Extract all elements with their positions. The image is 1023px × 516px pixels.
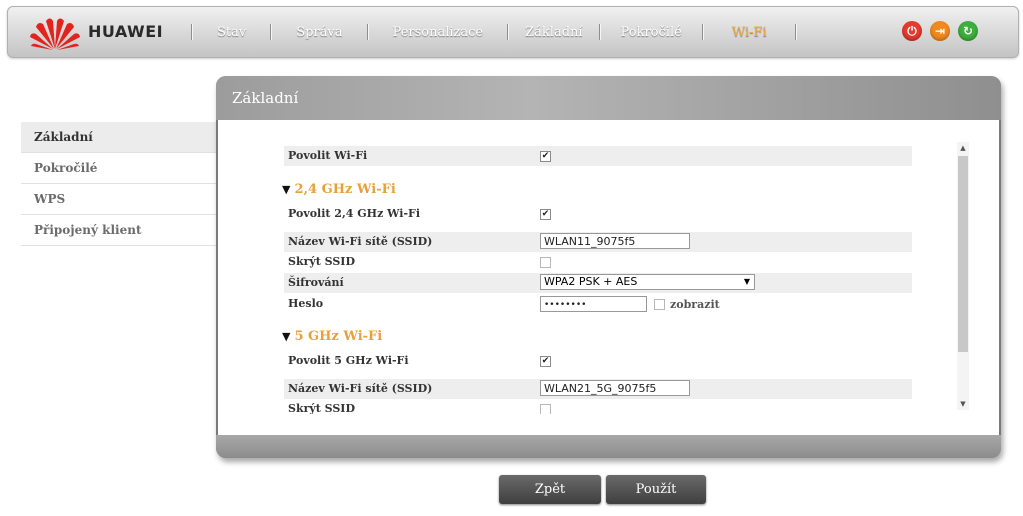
- show-password-label: zobrazit: [670, 298, 720, 311]
- password-label: Heslo: [288, 297, 324, 310]
- band5-heading-label: 5 GHz Wi-Fi: [294, 329, 383, 344]
- panel-header: Základní: [216, 76, 1001, 120]
- hide-ssid-5-row: Skrýt SSID: [284, 399, 912, 414]
- sidebar-item-pripojeny-klient[interactable]: Připojený klient: [21, 215, 217, 246]
- hide-ssid-24-checkbox[interactable]: [540, 257, 551, 268]
- security-select[interactable]: WPA2 PSK + AES ▼: [540, 274, 755, 290]
- sidebar-item-wps[interactable]: WPS: [21, 184, 217, 215]
- band24-heading[interactable]: ▼ 2,4 GHz Wi-Fi: [282, 182, 396, 197]
- ssid-5-label: Název Wi-Fi sítě (SSID): [288, 382, 433, 395]
- sidebar-item-zakladni[interactable]: Základní: [21, 122, 217, 153]
- panel-title: Základní: [232, 89, 299, 107]
- nav-separator: [794, 24, 797, 40]
- hide-ssid-24-label: Skrýt SSID: [288, 255, 355, 268]
- ssid-5-input[interactable]: WLAN21_5G_9075f5: [540, 380, 690, 396]
- dropdown-arrow-icon: ▼: [743, 277, 750, 286]
- ssid-24-row: Název Wi-Fi sítě (SSID) WLAN11_9075f5: [284, 232, 912, 252]
- nav-item-sprava[interactable]: Správa: [272, 25, 366, 40]
- panel-body: Povolit Wi-Fi ✔ ▼ 2,4 GHz Wi-Fi Povolit 2…: [218, 120, 999, 435]
- enable-5-checkbox[interactable]: ✔: [540, 356, 551, 367]
- back-button[interactable]: Zpět: [499, 475, 601, 504]
- enable-wifi-row: Povolit Wi-Fi ✔: [284, 146, 912, 166]
- security-label: Šifrování: [288, 276, 344, 289]
- form-scrollbar[interactable]: ▲ ▼: [957, 142, 969, 410]
- panel-footer: [216, 435, 1001, 458]
- enable-wifi-checkbox[interactable]: ✔: [540, 151, 551, 162]
- enable-24-checkbox[interactable]: ✔: [540, 209, 551, 220]
- nav-item-pokrocile[interactable]: Pokročilé: [601, 25, 702, 40]
- nav-item-wifi[interactable]: Wi-Fi: [704, 25, 795, 40]
- hide-ssid-5-checkbox[interactable]: [540, 404, 551, 414]
- collapse-triangle-icon: ▼: [282, 330, 291, 343]
- hide-ssid-24-row: Skrýt SSID: [284, 252, 912, 272]
- scroll-down-icon[interactable]: ▼: [957, 398, 969, 410]
- enable-5-row: Povolit 5 GHz Wi-Fi ✔: [284, 351, 912, 371]
- logout-icon[interactable]: ⇥: [930, 21, 950, 41]
- top-navigation-bar: HUAWEI Stav Správa Personalizace Základn…: [7, 6, 1019, 58]
- nav-item-stav[interactable]: Stav: [193, 25, 270, 40]
- brand-name: HUAWEI: [88, 22, 164, 41]
- band24-heading-label: 2,4 GHz Wi-Fi: [294, 182, 396, 197]
- nav-item-zakladni[interactable]: Základní: [509, 25, 598, 40]
- main-nav: Stav Správa Personalizace Základní Pokro…: [191, 7, 797, 57]
- huawei-logo-icon: [30, 18, 80, 50]
- collapse-triangle-icon: ▼: [282, 183, 291, 196]
- ssid-5-row: Název Wi-Fi sítě (SSID) WLAN21_5G_9075f5: [284, 379, 912, 399]
- top-icon-group: ⏻ ⇥ ↻: [902, 21, 978, 41]
- apply-button[interactable]: Použít: [606, 475, 706, 504]
- nav-item-personalizace[interactable]: Personalizace: [369, 25, 508, 40]
- enable-5-label: Povolit 5 GHz Wi-Fi: [288, 354, 409, 367]
- security-select-value: WPA2 PSK + AES: [544, 275, 638, 288]
- scrollbar-thumb[interactable]: [958, 156, 968, 352]
- security-row: Šifrování WPA2 PSK + AES ▼: [284, 273, 912, 293]
- hide-ssid-5-label: Skrýt SSID: [288, 402, 355, 414]
- power-icon[interactable]: ⏻: [902, 21, 922, 41]
- enable-wifi-label: Povolit Wi-Fi: [288, 149, 368, 162]
- password-row: Heslo •••••••• zobrazit: [284, 294, 912, 314]
- settings-panel: Základní Povolit Wi-Fi ✔ ▼ 2,4 GHz Wi-Fi …: [216, 76, 1001, 458]
- enable-24-row: Povolit 2,4 GHz Wi-Fi ✔: [284, 204, 912, 224]
- password-input[interactable]: ••••••••: [540, 296, 647, 312]
- refresh-icon[interactable]: ↻: [958, 21, 978, 41]
- ssid-24-input[interactable]: WLAN11_9075f5: [540, 233, 690, 249]
- enable-24-label: Povolit 2,4 GHz Wi-Fi: [288, 207, 421, 220]
- show-password-checkbox[interactable]: [654, 299, 665, 310]
- scroll-up-icon[interactable]: ▲: [957, 142, 969, 154]
- band5-heading[interactable]: ▼ 5 GHz Wi-Fi: [282, 329, 382, 344]
- ssid-24-label: Název Wi-Fi sítě (SSID): [288, 235, 433, 248]
- sidebar-menu: Základní Pokročilé WPS Připojený klient: [21, 122, 217, 246]
- sidebar-item-pokrocile[interactable]: Pokročilé: [21, 153, 217, 184]
